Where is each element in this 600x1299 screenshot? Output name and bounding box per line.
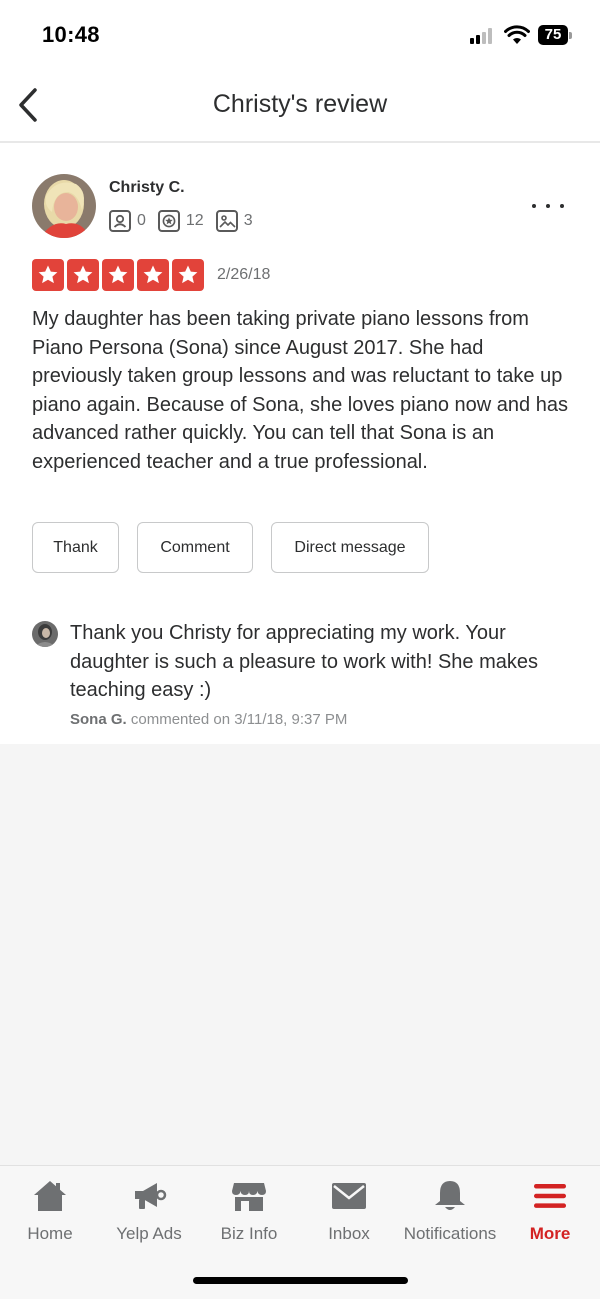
mail-icon [329, 1178, 369, 1214]
megaphone-icon [129, 1178, 169, 1214]
photos-count: 3 [243, 212, 253, 229]
star-icon [32, 259, 64, 291]
friends-icon [109, 210, 131, 232]
direct-message-button[interactable]: Direct message [271, 522, 429, 573]
signal-icon [470, 28, 496, 44]
star-icon [137, 259, 169, 291]
more-options-icon[interactable] [528, 196, 568, 216]
tab-more[interactable]: More [500, 1166, 600, 1256]
reviews-count: 12 [185, 212, 204, 229]
star-icon [102, 259, 134, 291]
tab-yelp-ads[interactable]: Yelp Ads [99, 1166, 199, 1256]
comment-button[interactable]: Comment [137, 522, 253, 573]
comment-text: Thank you Christy for appreciating my wo… [70, 622, 539, 701]
bell-icon [430, 1178, 470, 1214]
reviewer-name[interactable]: Christy C. [109, 179, 185, 197]
menu-icon [530, 1178, 570, 1214]
comment-date: commented on 3/11/18, 9:37 PM [126, 711, 348, 728]
reviewer-avatar[interactable] [32, 174, 96, 238]
tab-inbox[interactable]: Inbox [299, 1166, 399, 1256]
review-count-icon [157, 210, 180, 232]
wifi-icon [504, 25, 530, 44]
commenter-name[interactable]: Sona G. [70, 711, 127, 728]
tab-notifications[interactable]: Notifications [400, 1166, 500, 1256]
commenter-photo [32, 621, 58, 647]
review-panel: 10:48 75 Christy's review Christy C. 0 1… [0, 0, 600, 744]
tab-label: Inbox [328, 1224, 370, 1243]
storefront-icon [229, 1178, 269, 1214]
tab-home[interactable]: Home [0, 1166, 100, 1256]
tab-biz-info[interactable]: Biz Info [199, 1166, 299, 1256]
review-text: My daughter has been taking private pian… [32, 308, 568, 473]
tab-label: Yelp Ads [116, 1224, 182, 1243]
star-icon [67, 259, 99, 291]
commenter-avatar[interactable] [32, 621, 58, 647]
tab-label: Notifications [403, 1224, 497, 1243]
status-time: 10:48 [42, 22, 100, 47]
home-icon [30, 1178, 70, 1214]
home-indicator [193, 1277, 408, 1284]
chevron-left-icon [19, 88, 37, 122]
battery-icon: 75 [538, 25, 572, 45]
page-title: Christy's review [212, 90, 388, 118]
comment-meta: Sona G. commented on 3/11/18, 9:37 PM [70, 711, 347, 728]
tab-label: Biz Info [220, 1224, 278, 1243]
battery-level: 75 [538, 25, 568, 45]
header-divider [0, 141, 600, 143]
reviewer-stats: 0 12 3 [109, 210, 265, 232]
star-rating [32, 259, 207, 291]
photo-count-icon [215, 210, 238, 232]
back-button[interactable] [10, 84, 44, 126]
friends-count: 0 [137, 212, 146, 229]
thank-button[interactable]: Thank [32, 522, 119, 573]
reviewer-photo [32, 174, 96, 238]
tab-label: Home [27, 1224, 73, 1243]
star-icon [172, 259, 204, 291]
tab-label: More [529, 1224, 571, 1243]
review-date: 2/26/18 [217, 266, 271, 283]
